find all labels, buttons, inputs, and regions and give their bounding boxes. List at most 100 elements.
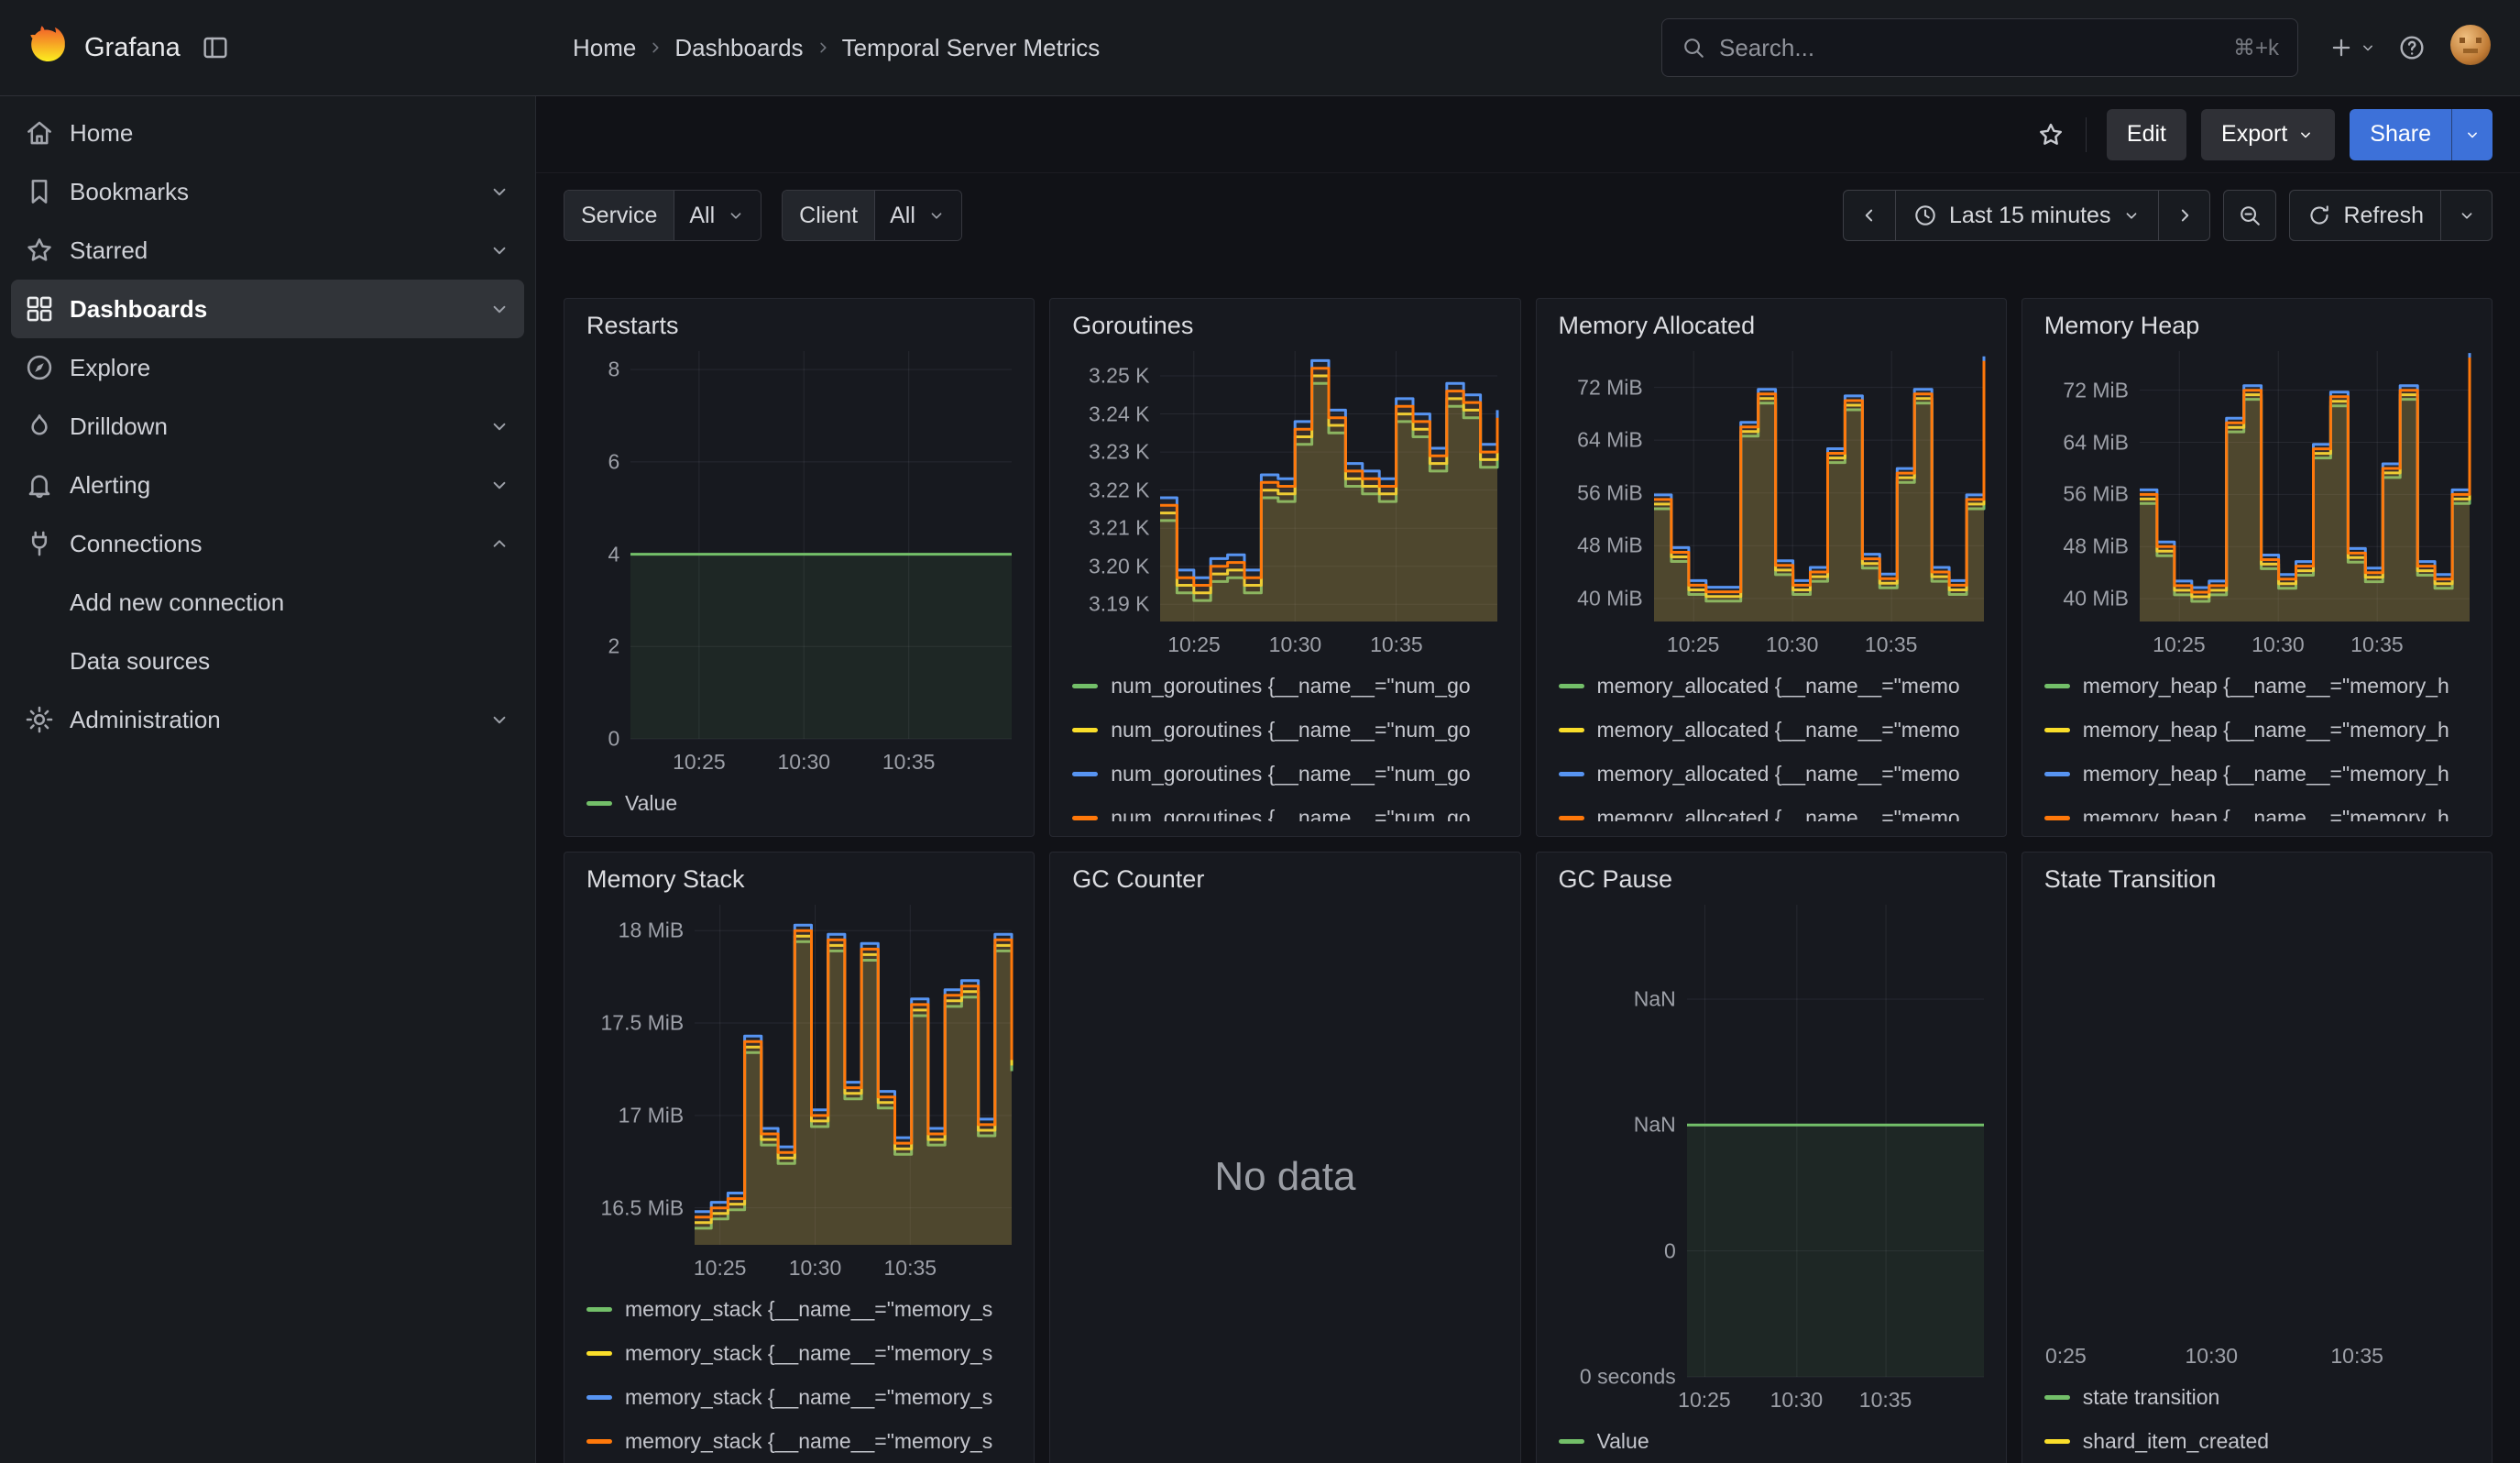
y-tick-label: 16.5 MiB [600, 1195, 684, 1220]
sidebar-item-dashboards[interactable]: Dashboards [11, 280, 524, 338]
y-tick-label: 48 MiB [2063, 534, 2129, 559]
sidebar-item-add-new-connection[interactable]: Add new connection [11, 573, 524, 632]
variable-value-dropdown[interactable]: All [874, 191, 961, 240]
panel-title: Memory Stack [586, 865, 745, 893]
sidebar-item-connections[interactable]: Connections [11, 514, 524, 573]
chart-area[interactable]: 86420 [586, 351, 1012, 739]
add-button[interactable] [2328, 34, 2377, 61]
clock-icon [1912, 203, 1938, 228]
legend-item[interactable]: memory_stack {__name__="memory_s [586, 1379, 1012, 1415]
sidebar-item-home[interactable]: Home [11, 104, 524, 162]
bookmark-icon [24, 176, 55, 207]
help-button[interactable] [2397, 33, 2427, 62]
legend-item[interactable]: num_goroutines {__name__="num_go [1072, 711, 1497, 748]
edit-button[interactable]: Edit [2107, 109, 2186, 160]
x-tick-label: 10:35 [1859, 1388, 1912, 1413]
chevron-down-icon [926, 205, 947, 226]
legend-item[interactable]: shard_item_created [2044, 1423, 2470, 1459]
user-avatar[interactable] [2449, 23, 2493, 73]
chevron-down-icon[interactable] [488, 238, 511, 262]
panel-header[interactable]: Memory Allocated [1559, 312, 1984, 340]
share-menu-button[interactable] [2451, 109, 2493, 160]
legend-item[interactable]: memory_allocated {__name__="memo [1559, 799, 1984, 821]
sidebar-toggle-button[interactable] [201, 33, 230, 62]
sidebar-item-administration[interactable]: Administration [11, 690, 524, 749]
y-tick-label: 72 MiB [1577, 375, 1643, 400]
sidebar-item-alerting[interactable]: Alerting [11, 456, 524, 514]
legend-item[interactable]: num_goroutines {__name__="num_go [1072, 799, 1497, 821]
panel-header[interactable]: Restarts [586, 312, 1012, 340]
chart-area[interactable] [2044, 905, 2470, 1333]
panel-header[interactable]: Memory Stack [586, 865, 1012, 894]
legend-item[interactable]: num_goroutines {__name__="num_go [1072, 667, 1497, 704]
variable-controls: Service All Client All [564, 190, 962, 241]
legend-item[interactable]: memory_allocated {__name__="memo [1559, 667, 1984, 704]
time-range-label: Last 15 minutes [1949, 203, 2111, 229]
panel-header[interactable]: GC Pause [1559, 865, 1984, 894]
chart-area[interactable]: NaNNaN00 seconds [1559, 905, 1984, 1377]
legend-item[interactable]: memory_allocated {__name__="memo [1559, 755, 1984, 792]
legend-item[interactable]: memory_heap {__name__="memory_h [2044, 799, 2470, 821]
chevron-down-icon[interactable] [488, 297, 511, 321]
chart-area[interactable]: 72 MiB64 MiB56 MiB48 MiB40 MiB [1559, 351, 1984, 622]
legend: memory_allocated {__name__="memo memory_… [1559, 667, 1984, 821]
chevron-down-icon[interactable] [488, 708, 511, 732]
legend-item[interactable]: memory_heap {__name__="memory_h [2044, 667, 2470, 704]
chevron-down-icon[interactable] [488, 180, 511, 204]
panel-header[interactable]: Memory Heap [2044, 312, 2470, 340]
y-tick-label: 56 MiB [2063, 482, 2129, 507]
series-label: memory_stack {__name__="memory_s [625, 1341, 992, 1366]
share-button[interactable]: Share [2350, 109, 2451, 160]
panel-header[interactable]: Goroutines [1072, 312, 1497, 340]
series-color-swatch [2044, 684, 2070, 688]
search-input[interactable]: Search... ⌘+k [1661, 18, 2298, 77]
legend-item[interactable]: num_goroutines {__name__="num_go [1072, 755, 1497, 792]
chart-area[interactable]: 72 MiB64 MiB56 MiB48 MiB40 MiB [2044, 351, 2470, 622]
chart-area[interactable]: 18 MiB17.5 MiB17 MiB16.5 MiB [586, 905, 1012, 1245]
breadcrumb-home[interactable]: Home [573, 34, 636, 62]
export-button[interactable]: Export [2201, 109, 2335, 160]
chart-svg [1654, 351, 1984, 622]
panel-title: GC Pause [1559, 865, 1673, 893]
refresh-interval-button[interactable] [2440, 191, 2492, 240]
panel-gc-pause: GC Pause NaNNaN00 seconds 10:2510:3010:3… [1536, 852, 2007, 1463]
x-tick-label: 10:30 [789, 1256, 842, 1281]
zoom-out-button[interactable] [2224, 191, 2275, 240]
series-color-swatch [586, 1307, 612, 1312]
variable-value-dropdown[interactable]: All [674, 191, 761, 240]
panel-header[interactable]: State Transition [2044, 865, 2470, 894]
sidebar-item-explore[interactable]: Explore [11, 338, 524, 397]
x-tick-label: 10:30 [1766, 632, 1819, 657]
legend-item[interactable]: memory_stack {__name__="memory_s [586, 1291, 1012, 1327]
series-color-swatch [586, 1439, 612, 1444]
sidebar-item-starred[interactable]: Starred [11, 221, 524, 280]
legend-item[interactable]: memory_heap {__name__="memory_h [2044, 711, 2470, 748]
breadcrumb-dashboards[interactable]: Dashboards [674, 34, 803, 62]
sidebar-item-bookmarks[interactable]: Bookmarks [11, 162, 524, 221]
chevron-down-icon[interactable] [488, 473, 511, 497]
favorite-star-button[interactable] [2036, 120, 2065, 149]
series-label: num_goroutines {__name__="num_go [1111, 674, 1470, 698]
legend-item[interactable]: memory_stack {__name__="memory_s [586, 1423, 1012, 1459]
time-shift-back-button[interactable] [1844, 191, 1895, 240]
chevron-down-icon [2457, 205, 2477, 226]
refresh-button[interactable]: Refresh [2290, 191, 2440, 240]
sidebar-item-data-sources[interactable]: Data sources [11, 632, 524, 690]
legend-item[interactable]: memory_allocated {__name__="memo [1559, 711, 1984, 748]
panel-header[interactable]: GC Counter [1072, 865, 1497, 894]
legend-item[interactable]: memory_heap {__name__="memory_h [2044, 755, 2470, 792]
chart-area[interactable]: 3.25 K3.24 K3.23 K3.22 K3.21 K3.20 K3.19… [1072, 351, 1497, 622]
legend-item[interactable]: Value [1559, 1423, 1984, 1459]
grafana-logo[interactable] [22, 21, 70, 75]
series-color-swatch [1559, 684, 1584, 688]
legend-item[interactable]: Value [586, 785, 1012, 821]
time-range-picker[interactable]: Last 15 minutes [1895, 191, 2159, 240]
variable-client: Client All [782, 190, 962, 241]
chevron-down-icon[interactable] [488, 414, 511, 438]
sidebar-item-drilldown[interactable]: Drilldown [11, 397, 524, 456]
plug-icon [24, 528, 55, 559]
chevron-up-icon[interactable] [488, 532, 511, 556]
time-shift-forward-button[interactable] [2158, 191, 2209, 240]
legend-item[interactable]: memory_stack {__name__="memory_s [586, 1335, 1012, 1371]
legend-item[interactable]: state transition [2044, 1379, 2470, 1415]
